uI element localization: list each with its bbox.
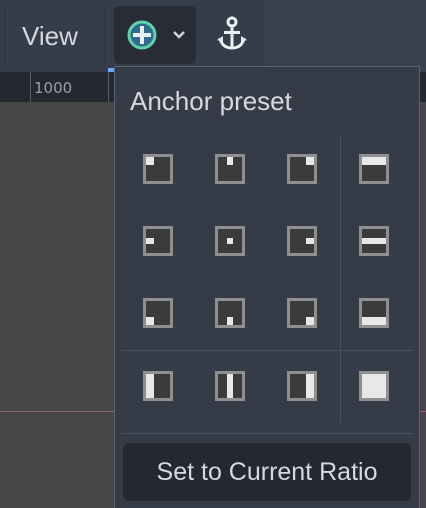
preset-bottom-left[interactable] xyxy=(143,298,173,328)
canvas-toolbar: View xyxy=(0,0,426,72)
preset-top-left[interactable] xyxy=(143,154,173,184)
preset-right-wide[interactable] xyxy=(287,371,317,401)
preset-marker xyxy=(146,374,154,398)
preset-marker xyxy=(306,317,314,325)
preset-marker xyxy=(146,157,154,165)
popup-separator xyxy=(121,433,413,434)
preset-marker xyxy=(306,157,314,165)
preset-marker xyxy=(146,317,154,325)
toolbar-background xyxy=(265,0,426,72)
anchor-mode-button[interactable] xyxy=(114,6,196,64)
popup-title: Anchor preset xyxy=(130,86,292,116)
preset-top-right[interactable] xyxy=(287,154,317,184)
preset-vcenter-wide[interactable] xyxy=(215,371,245,401)
preset-left-wide[interactable] xyxy=(143,371,173,401)
preset-top-wide[interactable] xyxy=(359,154,389,184)
preset-marker xyxy=(362,238,386,244)
preset-center[interactable] xyxy=(215,226,245,256)
preset-center-right[interactable] xyxy=(287,226,317,256)
preset-marker xyxy=(362,157,386,165)
chevron-down-icon xyxy=(170,26,188,49)
ruler-tick xyxy=(30,72,31,102)
ruler-tick xyxy=(108,72,109,102)
anchor-icon xyxy=(212,16,252,62)
preset-marker xyxy=(362,374,386,398)
preset-separator-vertical xyxy=(340,135,341,423)
add-circle-icon xyxy=(125,18,159,57)
preset-marker xyxy=(227,374,233,398)
preset-marker xyxy=(306,374,314,398)
anchor-preset-popup: Anchor preset Set to Current Ratio xyxy=(114,66,420,508)
preset-separator-horizontal xyxy=(121,350,413,351)
set-to-current-ratio-button[interactable]: Set to Current Ratio xyxy=(123,443,411,501)
preset-marker xyxy=(227,317,233,325)
toolbar-divider xyxy=(104,6,106,66)
preset-center-top[interactable] xyxy=(215,154,245,184)
preset-full-rect[interactable] xyxy=(359,371,389,401)
preset-bottom-wide[interactable] xyxy=(359,298,389,328)
ruler-label: 1000 xyxy=(34,79,73,97)
preset-hcenter-wide[interactable] xyxy=(359,226,389,256)
preset-marker xyxy=(146,238,154,244)
preset-bottom-right[interactable] xyxy=(287,298,317,328)
preset-center-left[interactable] xyxy=(143,226,173,256)
view-menu-button[interactable]: View xyxy=(22,20,78,52)
toolbar-divider xyxy=(4,6,6,66)
preset-marker xyxy=(362,317,386,325)
preset-marker xyxy=(227,157,233,165)
anchor-button[interactable] xyxy=(212,14,252,58)
editor-root: View 1000 Anchor preset Set to Current R… xyxy=(0,0,426,508)
preset-marker xyxy=(306,238,314,244)
preset-marker xyxy=(227,238,233,244)
preset-center-bottom[interactable] xyxy=(215,298,245,328)
